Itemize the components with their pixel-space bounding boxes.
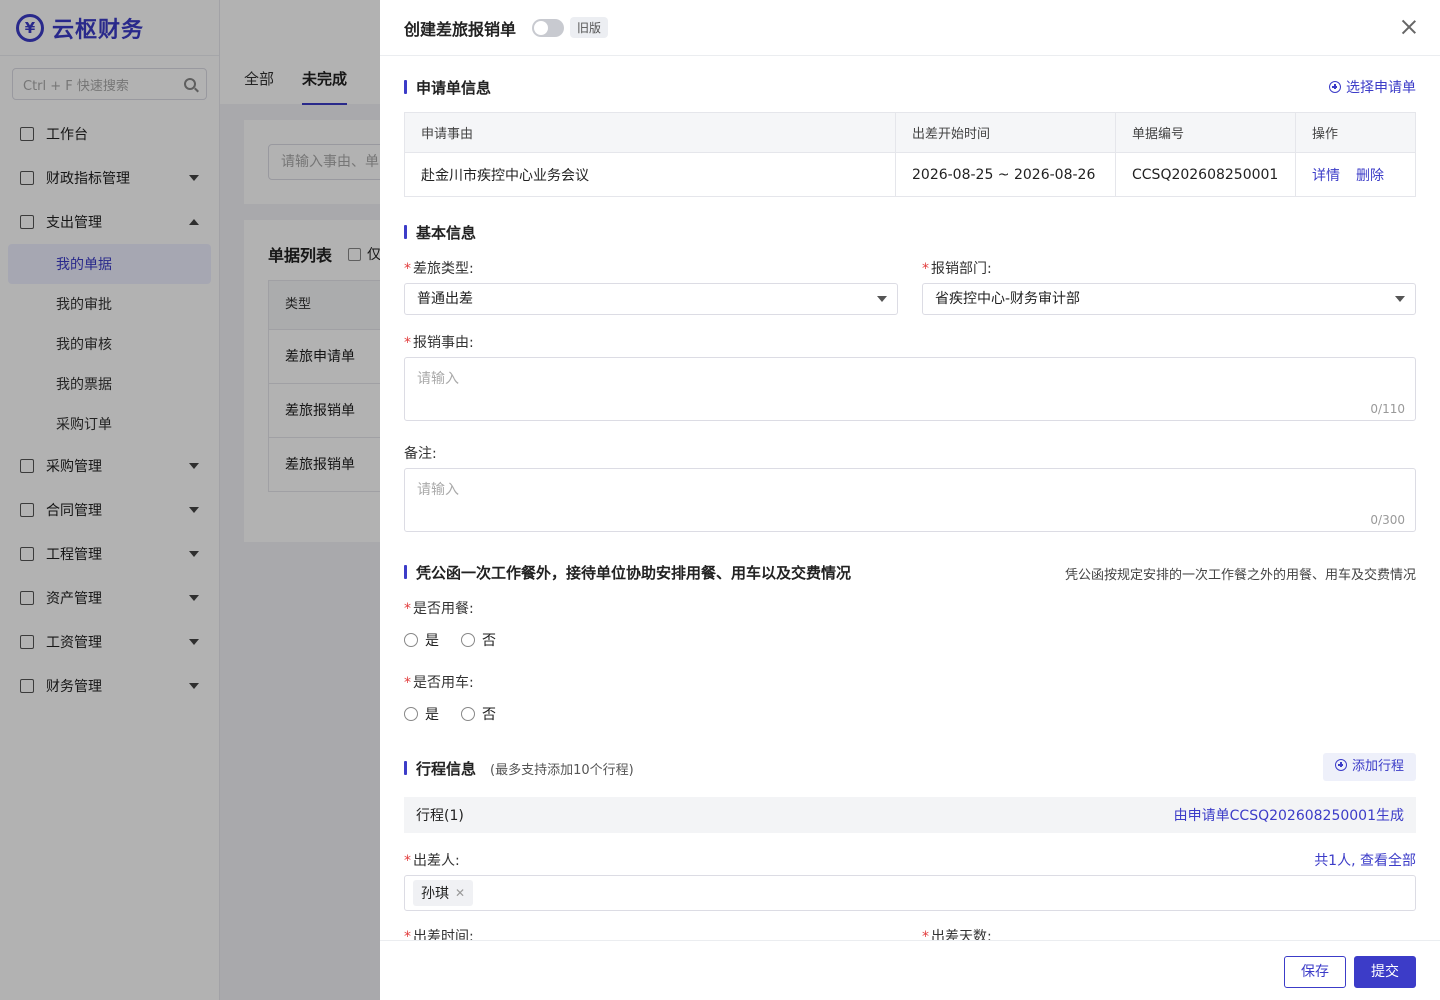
reason-textarea[interactable]: 请输入 0/110 [404, 357, 1416, 421]
label-text: 是否用车: [413, 675, 474, 691]
radio-icon [404, 633, 418, 647]
car-yes-radio[interactable]: 是 [404, 704, 439, 724]
th-action: 操作 [1295, 112, 1416, 153]
radio-label: 是 [425, 633, 439, 649]
section-title-basic: 基本信息 [404, 222, 476, 243]
traveler-select[interactable]: 孙琪 ✕ [404, 875, 1416, 911]
caret-down-icon [1395, 296, 1405, 302]
car-no-radio[interactable]: 否 [461, 704, 496, 724]
delete-link[interactable]: 删除 [1356, 168, 1384, 184]
section-title-reception: 凭公函一次工作餐外，接待单位协助安排用餐、用车以及交费情况 [404, 562, 851, 583]
radio-icon [461, 633, 475, 647]
trip-name: 行程(1) [416, 808, 464, 824]
caret-down-icon [877, 296, 887, 302]
label-text: 差旅类型: [413, 261, 474, 277]
traveler-chip: 孙琪 ✕ [413, 880, 474, 906]
label-text: 报销事由: [413, 335, 474, 351]
remark-counter: 0/300 [1370, 513, 1405, 527]
select-value: 普通出差 [417, 291, 473, 307]
trip-source-link[interactable]: 由申请单CCSQ202608250001生成 [1174, 805, 1404, 825]
apply-period: 2026-08-25 ~ 2026-08-26 [895, 152, 1116, 197]
old-version-tag: 旧版 [570, 17, 609, 38]
detail-link[interactable]: 详情 [1312, 168, 1340, 184]
drawer-title: 创建差旅报销单 [404, 19, 517, 39]
travel-type-label: * 差旅类型: [404, 258, 474, 278]
plus-circle-icon [1334, 759, 1347, 771]
select-apply-label: 选择申请单 [1346, 80, 1416, 96]
save-button[interactable]: 保存 [1284, 956, 1346, 988]
trip-header-bar: 行程(1) 由申请单CCSQ202608250001生成 [404, 797, 1416, 833]
apply-reason: 赴金川市疾控中心业务会议 [404, 152, 896, 197]
label-text: 出差天数: [931, 929, 992, 940]
remark-label: 备注: [404, 446, 437, 462]
required-mark: * [404, 335, 411, 351]
table-row: 赴金川市疾控中心业务会议 2026-08-25 ~ 2026-08-26 CCS… [404, 152, 1416, 197]
travel-type-select[interactable]: 普通出差 [404, 283, 898, 315]
required-mark: * [404, 261, 411, 277]
drawer-footer: 保存 提交 [380, 940, 1440, 1000]
remark-placeholder: 请输入 [417, 482, 459, 498]
required-mark: * [922, 929, 929, 940]
th-number: 单据编号 [1115, 112, 1296, 153]
meal-no-radio[interactable]: 否 [461, 630, 496, 650]
trip-title-text: 行程信息 [416, 760, 477, 778]
meal-radio-group: 是 否 [404, 630, 518, 650]
apply-actions: 详情 删除 [1295, 152, 1416, 197]
required-mark: * [404, 929, 411, 940]
add-trip-label: 添加行程 [1351, 759, 1404, 774]
section-title-trip: 行程信息 (最多支持添加10个行程) [404, 758, 634, 779]
required-mark: * [404, 853, 411, 869]
required-mark: * [404, 601, 411, 617]
travel-days-label: * 出差天数: [922, 926, 992, 940]
radio-label: 是 [425, 707, 439, 723]
submit-button[interactable]: 提交 [1354, 956, 1416, 988]
close-icon[interactable] [1400, 18, 1418, 36]
label-text: 是否用餐: [413, 601, 474, 617]
travel-time-label: * 出差时间: [404, 926, 474, 940]
required-mark: * [922, 261, 929, 277]
th-reason: 申请事由 [404, 112, 896, 153]
trip-hint: (最多支持添加10个行程) [490, 763, 634, 778]
label-text: 报销部门: [931, 261, 992, 277]
dept-select[interactable]: 省疾控中心-财务审计部 [922, 283, 1416, 315]
reception-note: 凭公函按规定安排的一次工作餐之外的用餐、用车及交费情况 [1064, 568, 1416, 583]
th-start-time: 出差开始时间 [895, 112, 1116, 153]
required-mark: * [404, 675, 411, 691]
select-value: 省疾控中心-财务审计部 [935, 291, 1081, 307]
drawer-body: 申请单信息 选择申请单 申请事由 出差开始时间 单据编号 操作 赴金川市疾控中心… [404, 56, 1416, 940]
plus-circle-icon [1329, 81, 1341, 93]
reason-counter: 0/110 [1370, 402, 1405, 416]
car-radio-group: 是 否 [404, 704, 518, 724]
meal-label: * 是否用餐: [404, 598, 474, 618]
view-all-travelers-link[interactable]: 共1人, 查看全部 [1314, 850, 1416, 870]
label-text: 出差时间: [413, 929, 474, 940]
add-trip-button[interactable]: 添加行程 [1322, 753, 1416, 781]
close-icon[interactable]: ✕ [455, 886, 465, 900]
radio-icon [461, 707, 475, 721]
drawer-header: 创建差旅报销单 旧版 [380, 0, 1440, 56]
reason-label: * 报销事由: [404, 332, 474, 352]
reason-placeholder: 请输入 [417, 371, 459, 387]
apply-table: 申请事由 出差开始时间 单据编号 操作 赴金川市疾控中心业务会议 2026-08… [404, 112, 1416, 197]
section-title-apply: 申请单信息 [404, 77, 491, 98]
remark-textarea[interactable]: 请输入 0/300 [404, 468, 1416, 532]
car-label: * 是否用车: [404, 672, 474, 692]
select-apply-link[interactable]: 选择申请单 [1329, 77, 1416, 97]
chip-label: 孙琪 [421, 886, 449, 902]
dept-label: * 报销部门: [922, 258, 992, 278]
radio-label: 否 [482, 633, 496, 649]
label-text: 出差人: [413, 853, 460, 869]
radio-icon [404, 707, 418, 721]
meal-yes-radio[interactable]: 是 [404, 630, 439, 650]
radio-label: 否 [482, 707, 496, 723]
apply-number: CCSQ202608250001 [1115, 152, 1296, 197]
old-version-toggle[interactable] [532, 18, 565, 37]
create-expense-drawer: 创建差旅报销单 旧版 申请单信息 选择申请单 申请事由 出差开始时间 单据编号 … [380, 0, 1440, 1000]
traveler-label: * 出差人: [404, 850, 460, 870]
